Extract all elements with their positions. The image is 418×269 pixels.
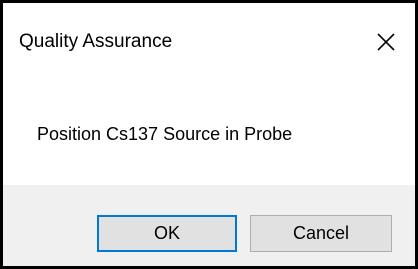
dialog-footer: OK Cancel: [3, 185, 415, 266]
close-button[interactable]: [367, 23, 405, 61]
dialog-content: Position Cs137 Source in Probe: [3, 67, 415, 185]
ok-button[interactable]: OK: [97, 215, 237, 252]
close-icon: [377, 33, 395, 51]
dialog-title: Quality Assurance: [19, 31, 173, 52]
message-dialog: Quality Assurance Position Cs137 Source …: [0, 0, 418, 269]
dialog-message: Position Cs137 Source in Probe: [37, 124, 293, 144]
title-bar: Quality Assurance: [3, 3, 415, 67]
cancel-button[interactable]: Cancel: [250, 215, 392, 252]
